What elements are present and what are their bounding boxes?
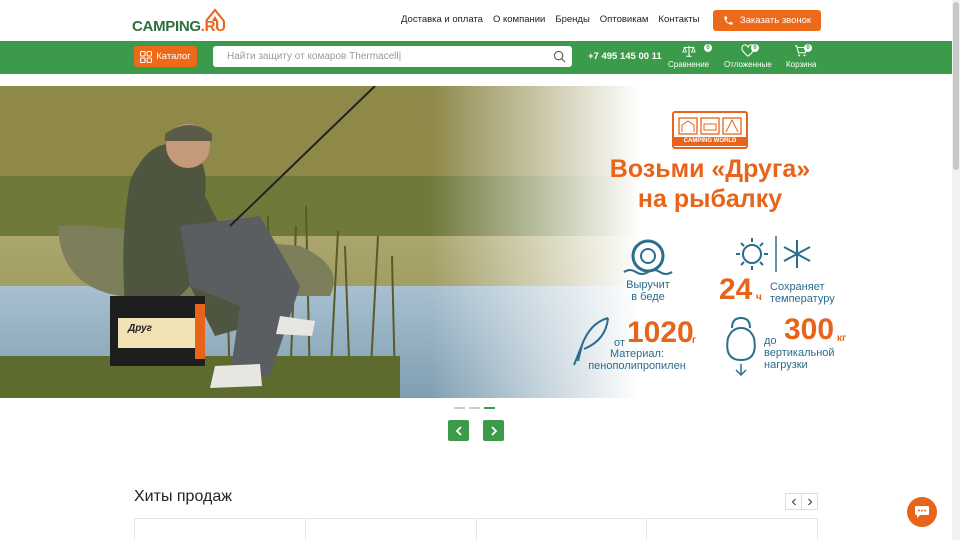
feature-rescue-text: Выручит в беде bbox=[626, 279, 670, 303]
top-navigation: Доставка и оплата О компании Бренды Опто… bbox=[401, 14, 699, 25]
feature-load-number: 300 bbox=[784, 313, 835, 346]
product-card[interactable] bbox=[477, 519, 648, 540]
hits-next-button[interactable] bbox=[801, 493, 818, 510]
feature-load-text: вертикальной нагрузки bbox=[764, 347, 835, 371]
callback-button[interactable]: Заказать звонок bbox=[713, 10, 821, 31]
chevron-right-icon bbox=[490, 425, 497, 436]
phone-icon bbox=[724, 16, 733, 25]
sun-snow-icon bbox=[736, 236, 811, 272]
product-cards-row bbox=[134, 518, 818, 540]
product-card[interactable] bbox=[647, 519, 817, 540]
scrollbar-thumb[interactable] bbox=[953, 2, 959, 170]
top-header: CAMPING.RU Доставка и оплата О компании … bbox=[0, 0, 952, 41]
compare-count-badge: 0 bbox=[704, 44, 712, 52]
camping-world-emblem-icon bbox=[678, 117, 742, 135]
slider-next-button[interactable] bbox=[483, 420, 504, 441]
chat-bubble-icon bbox=[915, 506, 929, 518]
feature-temp-number: 24 bbox=[719, 273, 753, 306]
catalog-button[interactable]: Каталог bbox=[134, 46, 197, 67]
nav-brands-link[interactable]: Бренды bbox=[555, 14, 589, 25]
search-icon[interactable] bbox=[553, 50, 566, 63]
lifebuoy-icon bbox=[623, 239, 673, 275]
banner-headline: Возьми «Друга» на рыбалку bbox=[590, 154, 830, 214]
wishlist-button[interactable]: 0 Отложенные bbox=[724, 44, 772, 69]
wishlist-label: Отложенные bbox=[724, 60, 772, 69]
nav-about-link[interactable]: О компании bbox=[493, 14, 545, 25]
product-card[interactable] bbox=[135, 519, 306, 540]
camping-world-text: CAMPING WORLD bbox=[674, 137, 746, 146]
scales-icon bbox=[681, 45, 696, 57]
cart-label: Корзина bbox=[786, 60, 817, 69]
hits-section-title: Хиты продаж bbox=[134, 488, 232, 505]
slider-prev-button[interactable] bbox=[448, 420, 469, 441]
kettlebell-icon bbox=[726, 316, 756, 377]
logo-text: CAMPING.RU bbox=[132, 18, 226, 35]
page-scrollbar[interactable] bbox=[952, 0, 960, 540]
promo-banner[interactable]: Друг CAMPING WORLD Возьми «Друга» на рыб… bbox=[0, 86, 952, 398]
compare-button[interactable]: 0 Сравнение bbox=[668, 44, 712, 69]
slider-dot[interactable] bbox=[469, 407, 480, 409]
nav-wholesale-link[interactable]: Оптовикам bbox=[600, 14, 649, 25]
feature-temp-text: Сохраняет температуру bbox=[770, 281, 835, 305]
headline-line-1: Возьми «Друга» bbox=[609, 155, 811, 183]
chevron-left-icon bbox=[791, 498, 796, 505]
slider-dot-active[interactable] bbox=[484, 407, 495, 409]
feature-temp-unit: ч bbox=[756, 292, 762, 303]
slider-pagination bbox=[454, 407, 495, 409]
callback-label: Заказать звонок bbox=[739, 15, 812, 26]
feature-weight-unit: г bbox=[692, 335, 697, 346]
product-card[interactable] bbox=[306, 519, 477, 540]
catalog-label: Каталог bbox=[156, 51, 191, 62]
wishlist-count-badge: 0 bbox=[751, 44, 759, 52]
slider-dot[interactable] bbox=[454, 407, 465, 409]
camping-world-logo: CAMPING WORLD bbox=[672, 111, 748, 149]
feature-load-unit: кг bbox=[837, 333, 847, 344]
headline-line-2: на рыбалку bbox=[637, 185, 783, 213]
nav-contacts-link[interactable]: Контакты bbox=[658, 14, 699, 25]
chevron-right-icon bbox=[807, 498, 812, 505]
cart-count-badge: 0 bbox=[804, 44, 812, 52]
chat-button[interactable] bbox=[907, 497, 937, 527]
compare-label: Сравнение bbox=[668, 60, 710, 69]
hits-prev-button[interactable] bbox=[785, 493, 802, 510]
chevron-left-icon bbox=[455, 425, 462, 436]
cart-button[interactable]: 0 Корзина bbox=[786, 44, 816, 69]
feature-load-prefix: до bbox=[764, 335, 777, 347]
feature-weight-text: Материал: пенополипропилен bbox=[588, 348, 686, 372]
feature-weight-number: 1020 bbox=[627, 316, 694, 349]
phone-number[interactable]: +7 495 145 00 11 bbox=[588, 51, 662, 62]
search-bar bbox=[213, 46, 572, 67]
catalog-grid-icon bbox=[140, 50, 153, 63]
box-label: Друг bbox=[128, 323, 152, 334]
nav-delivery-link[interactable]: Доставка и оплата bbox=[401, 14, 483, 25]
search-input[interactable] bbox=[213, 46, 533, 67]
